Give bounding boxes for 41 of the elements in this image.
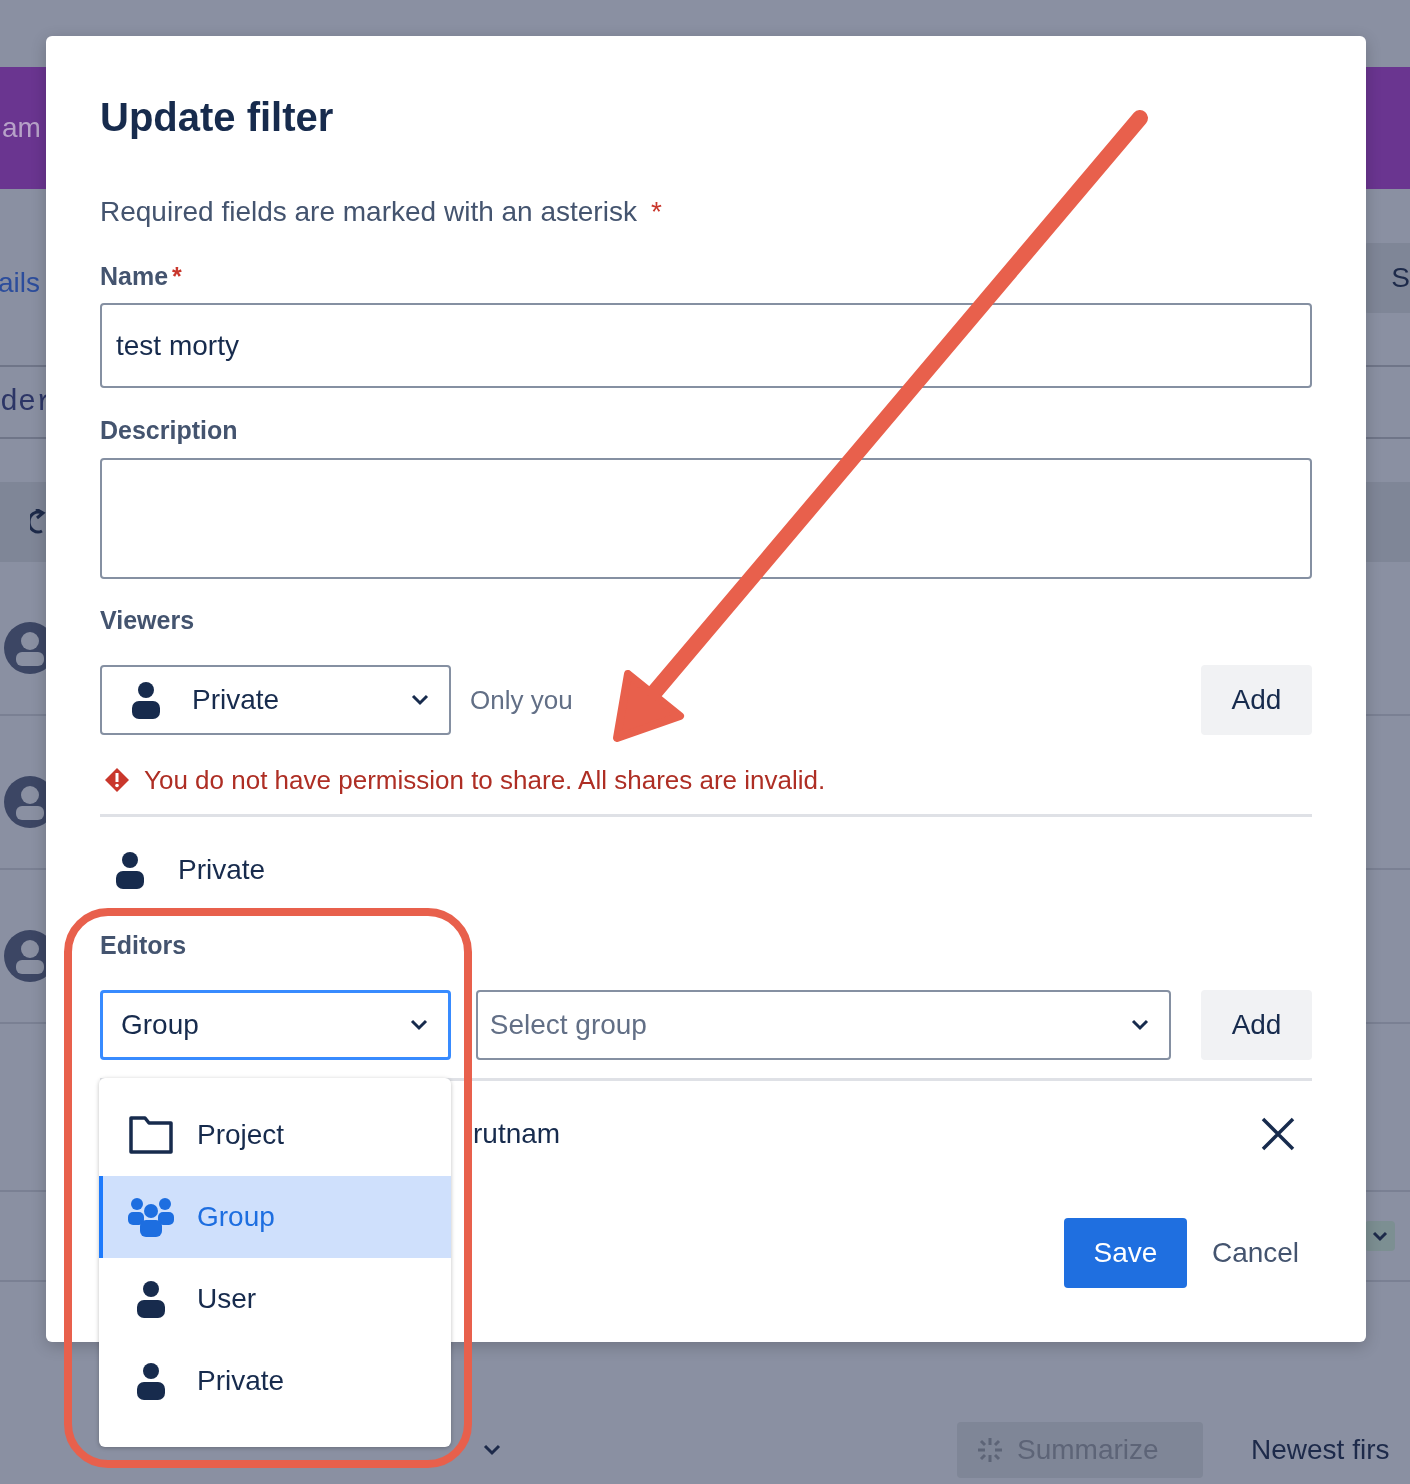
hint-text: Only you	[470, 684, 574, 716]
header-text: am	[2, 112, 41, 144]
sort-label[interactable]: Newest firs	[1251, 1434, 1390, 1466]
person-icon	[137, 1280, 165, 1318]
editors-select[interactable]: Group	[100, 990, 451, 1060]
field-label: Description	[100, 415, 238, 445]
chevron-icon	[409, 1019, 428, 1031]
refresh-icon[interactable]	[30, 509, 46, 535]
menu-item[interactable]: Group	[99, 1176, 451, 1258]
error-icon	[104, 767, 130, 793]
share-label: rutnam	[473, 1118, 561, 1150]
section-label: Viewers	[100, 605, 195, 635]
menu-item[interactable]: Project	[99, 1094, 451, 1176]
chevron-icon[interactable]	[1365, 1221, 1395, 1251]
required-note: Required fields are marked with an asterisk	[100, 195, 637, 229]
section-label: Editors	[100, 930, 187, 960]
add-button[interactable]: Add	[1201, 665, 1312, 735]
group-select[interactable]: Select group	[475, 990, 1172, 1060]
person-icon	[137, 1362, 165, 1400]
dialog-title: Update filter	[100, 94, 335, 141]
close-icon[interactable]	[1261, 1117, 1295, 1151]
name-field[interactable]: test morty	[100, 303, 1312, 388]
person-icon	[132, 681, 160, 719]
menu-item[interactable]: Private	[99, 1340, 451, 1422]
required-mark: *	[172, 261, 182, 291]
chevron-icon	[1131, 1019, 1150, 1031]
sparkle-icon	[977, 1437, 1003, 1463]
viewers-select[interactable]: Private	[100, 665, 451, 735]
required-mark: *	[650, 195, 662, 229]
folder-icon	[129, 1116, 173, 1154]
description-field[interactable]	[100, 458, 1312, 579]
error-message: You do not have permission to share. All shares are invalid.	[144, 764, 826, 797]
share-label: Private	[178, 854, 266, 886]
save-button[interactable]: Save	[1064, 1218, 1187, 1288]
field-label: Name	[100, 261, 169, 291]
chevron-icon	[411, 694, 429, 706]
add-button[interactable]: Add	[1201, 990, 1312, 1060]
group-icon	[128, 1197, 174, 1237]
menu-item[interactable]: User	[99, 1258, 451, 1340]
person-icon	[116, 851, 144, 889]
cancel-button[interactable]: Cancel	[1199, 1218, 1312, 1288]
